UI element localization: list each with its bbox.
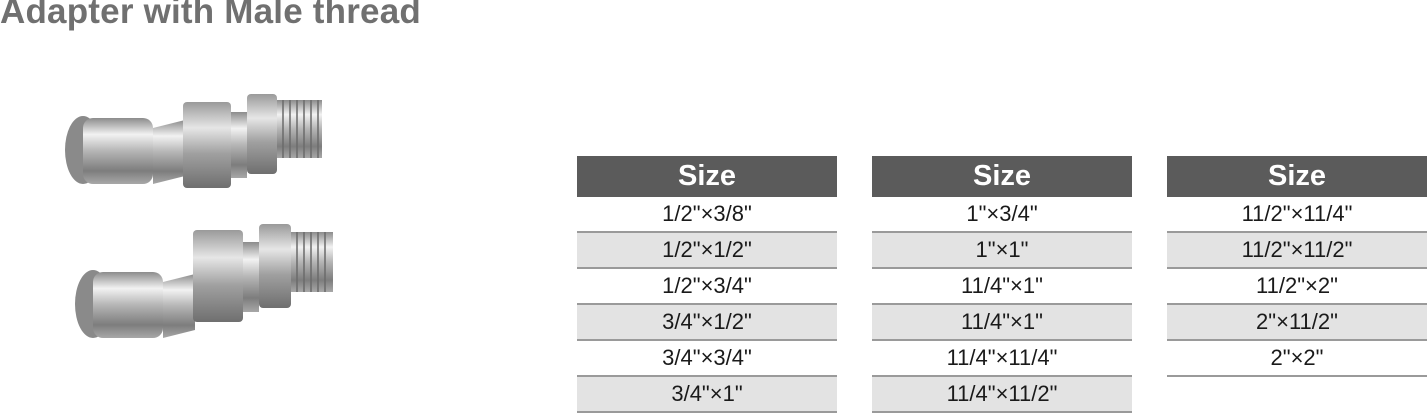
- size-row: 1/2"×3/4": [577, 269, 837, 305]
- adapter-fitting-lower: [75, 224, 333, 338]
- size-row: 11/2"×11/2": [1167, 233, 1427, 269]
- size-table-3: Size 11/2"×11/4" 11/2"×11/2" 11/2"×2" 2"…: [1167, 156, 1427, 377]
- adapter-fittings-photo: [65, 94, 333, 338]
- size-row: 1"×1": [872, 233, 1132, 269]
- size-row: 1/2"×3/8": [577, 197, 837, 233]
- size-row: 11/4"×11/2": [872, 377, 1132, 413]
- size-row: 11/4"×1": [872, 305, 1132, 341]
- size-row: 1/2"×1/2": [577, 233, 837, 269]
- size-table-1: Size 1/2"×3/8" 1/2"×1/2" 1/2"×3/4" 3/4"×…: [577, 156, 837, 413]
- size-header: Size: [1167, 156, 1427, 197]
- size-row: 11/4"×1": [872, 269, 1132, 305]
- size-row: 3/4"×1/2": [577, 305, 837, 341]
- adapter-fitting-upper: [65, 94, 322, 188]
- page-title: Adapter with Male thread: [0, 0, 421, 31]
- size-header: Size: [872, 156, 1132, 197]
- size-row: 11/2"×11/4": [1167, 197, 1427, 233]
- size-row: 11/2"×2": [1167, 269, 1427, 305]
- size-row: 3/4"×3/4": [577, 341, 837, 377]
- size-row: 2"×2": [1167, 341, 1427, 377]
- size-row: 11/4"×11/4": [872, 341, 1132, 377]
- size-header: Size: [577, 156, 837, 197]
- size-row: 3/4"×1": [577, 377, 837, 413]
- size-row: 1"×3/4": [872, 197, 1132, 233]
- size-row: 2"×11/2": [1167, 305, 1427, 341]
- size-table-2: Size 1"×3/4" 1"×1" 11/4"×1" 11/4"×1" 11/…: [872, 156, 1132, 413]
